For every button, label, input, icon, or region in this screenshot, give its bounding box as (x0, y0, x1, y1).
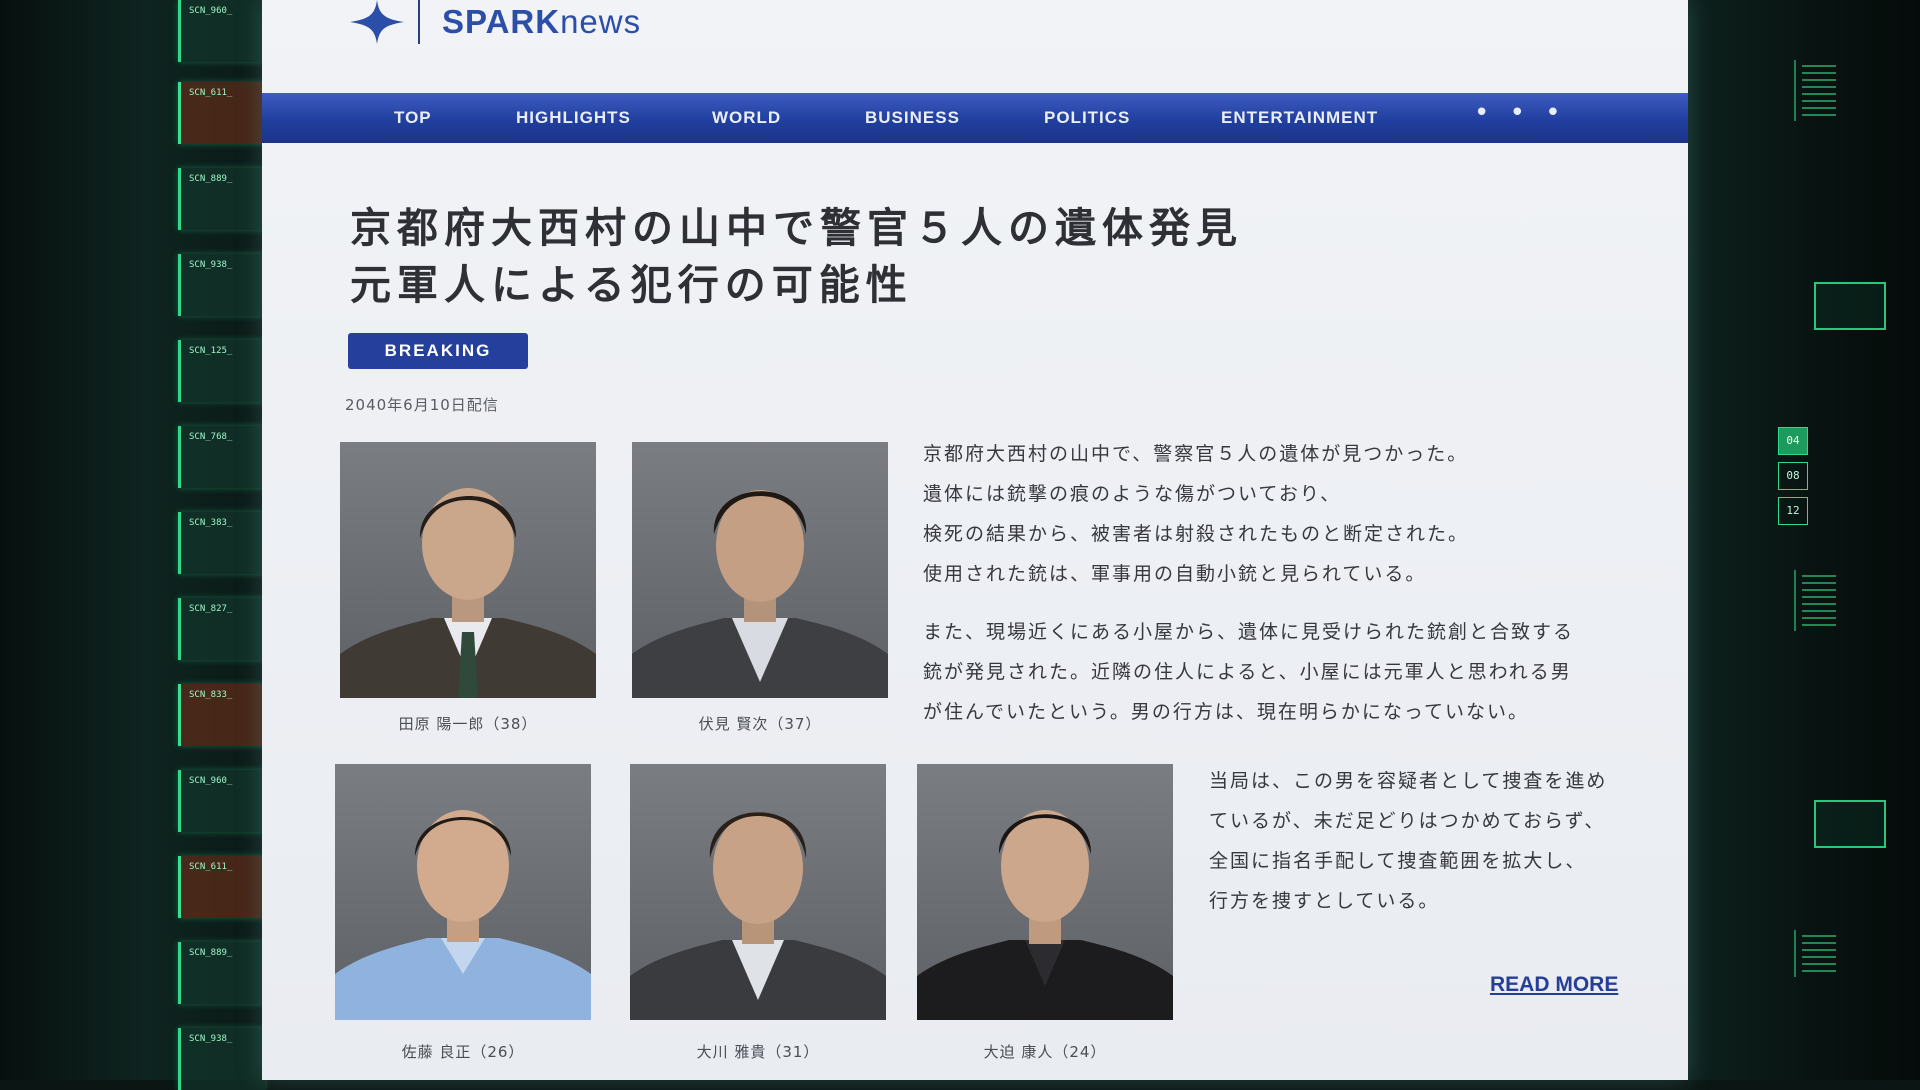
site-name: SPARKnews (442, 3, 642, 40)
logo-divider (418, 0, 420, 44)
paragraph-line: 使用された銃は、軍事用の自動小銃と見られている。 (923, 563, 1427, 585)
hud-ruler (1794, 570, 1854, 631)
hud-tile: SCN_889_ (178, 168, 265, 230)
left-monitor-panel: SCN_960_ SCN_611_ SCN_889_ SCN_938_ SCN_… (0, 0, 265, 1090)
paragraph-line: 銃が発見された。近隣の住人によると、小屋には元軍人と思われる男 (923, 661, 1572, 683)
star-logo-icon (350, 0, 404, 44)
victim-photo-1 (340, 442, 596, 698)
hud-tile-label: SCN_960_ (189, 6, 233, 16)
hud-number: 04 (1778, 427, 1808, 455)
nav-world[interactable]: WORLD (712, 108, 781, 128)
victim-caption-4: 大川 雅貴（31） (696, 1043, 820, 1061)
victim-caption-5: 大迫 康人（24） (983, 1043, 1107, 1061)
hud-tile-label: SCN_383_ (189, 518, 233, 528)
hud-tile: SCN_125_ (178, 340, 265, 402)
nav-more-button[interactable]: • • • (1474, 98, 1567, 128)
hud-number: 12 (1778, 497, 1808, 525)
hud-tile-label: SCN_611_ (189, 88, 233, 98)
portrait-icon (335, 810, 591, 1020)
hud-tile-label: SCN_833_ (189, 690, 233, 700)
article-paragraph-2: また、現場近くにある小屋から、遺体に見受けられた銃創と合致する 銃が発見された。… (923, 612, 1574, 732)
hud-tile: SCN_960_ (178, 0, 265, 62)
hud-tile: SCN_960_ (178, 770, 265, 832)
victim-caption-2: 伏見 賢次（37） (698, 715, 822, 733)
paragraph-line: 遺体には銃撃の痕のような傷がついており、 (923, 483, 1342, 505)
hud-ruler (1794, 930, 1854, 977)
hud-tile-label: SCN_611_ (189, 862, 233, 872)
portrait-icon (340, 488, 596, 698)
hud-tile: SCN_833_ (178, 684, 265, 746)
victim-caption-1: 田原 陽一郎（38） (398, 715, 538, 733)
paragraph-line: 全国に指名手配して捜査範囲を拡大し、 (1209, 850, 1587, 872)
headline-line: 京都府大西村の山中で警官５人の遺体発見 (350, 204, 1243, 252)
headline-line: 元軍人による犯行の可能性 (350, 261, 913, 309)
hud-tile: SCN_827_ (178, 598, 265, 660)
hud-tile: SCN_383_ (178, 512, 265, 574)
paragraph-line: ているが、未だ足どりはつかめておらず、 (1209, 810, 1606, 832)
article-paragraph-3: 当局は、この男を容疑者として捜査を進め ているが、未だ足どりはつかめておらず、 … (1209, 761, 1607, 921)
hud-tile-label: SCN_768_ (189, 432, 233, 442)
victim-caption-3: 佐藤 良正（26） (401, 1043, 525, 1061)
paragraph-line: 検死の結果から、被害者は射殺されたものと断定された。 (923, 523, 1470, 545)
hud-tile-label: SCN_889_ (189, 174, 233, 184)
hud-tile: SCN_938_ (178, 1028, 265, 1090)
paragraph-line: また、現場近くにある小屋から、遺体に見受けられた銃創と合致する (923, 621, 1575, 643)
hud-ruler (1794, 60, 1854, 121)
nav-entertainment[interactable]: ENTERTAINMENT (1221, 108, 1378, 128)
hud-tile: SCN_889_ (178, 942, 265, 1004)
nav-highlights[interactable]: HIGHLIGHTS (516, 108, 631, 128)
victim-photo-4 (630, 764, 886, 1020)
victim-photo-3 (335, 764, 591, 1020)
article-paragraph-1: 京都府大西村の山中で、警察官５人の遺体が見つかった。 遺体には銃撃の痕のような傷… (923, 434, 1469, 594)
hud-tile: SCN_768_ (178, 426, 265, 488)
hud-tile: SCN_611_ (178, 856, 265, 918)
right-monitor-panel: 04 08 12 (1688, 0, 1920, 1080)
paragraph-line: 当局は、この男を容疑者として捜査を進め (1209, 770, 1608, 792)
read-more-link[interactable]: READ MORE (1490, 973, 1618, 997)
hud-tile-label: SCN_938_ (189, 260, 233, 270)
hud-tile-label: SCN_125_ (189, 346, 233, 356)
portrait-icon (632, 490, 888, 698)
portrait-icon (630, 812, 886, 1020)
hud-tile: SCN_938_ (178, 254, 265, 316)
hud-box (1814, 800, 1886, 848)
victim-photo-5 (917, 764, 1173, 1020)
nav-business[interactable]: BUSINESS (865, 108, 960, 128)
publish-date: 2040年6月10日配信 (345, 396, 499, 414)
article-headline: 京都府大西村の山中で警官５人の遺体発見 元軍人による犯行の可能性 (350, 200, 1330, 314)
site-logo[interactable]: SPARKnews (350, 0, 641, 44)
hud-tile-label: SCN_960_ (189, 776, 233, 786)
main-navigation: TOP HIGHLIGHTS WORLD BUSINESS POLITICS E… (262, 93, 1688, 143)
hud-box (1814, 282, 1886, 330)
nav-politics[interactable]: POLITICS (1044, 108, 1130, 128)
hud-tile-label: SCN_938_ (189, 1034, 233, 1044)
hud-tile: SCN_611_ (178, 82, 265, 144)
portrait-icon (917, 810, 1173, 1020)
paragraph-line: が住んでいたという。男の行方は、現在明らかになっていない。 (923, 701, 1529, 723)
hud-tile-label: SCN_827_ (189, 604, 233, 614)
hud-number: 08 (1778, 462, 1808, 490)
hud-tile-label: SCN_889_ (189, 948, 233, 958)
victim-photo-2 (632, 442, 888, 698)
paragraph-line: 京都府大西村の山中で、警察官５人の遺体が見つかった。 (923, 443, 1469, 465)
news-page: SPARKnews TOP HIGHLIGHTS WORLD BUSINESS … (262, 0, 1688, 1080)
breaking-badge: BREAKING (348, 333, 528, 369)
paragraph-line: 行方を捜すとしている。 (1209, 890, 1440, 912)
nav-top[interactable]: TOP (394, 108, 432, 128)
